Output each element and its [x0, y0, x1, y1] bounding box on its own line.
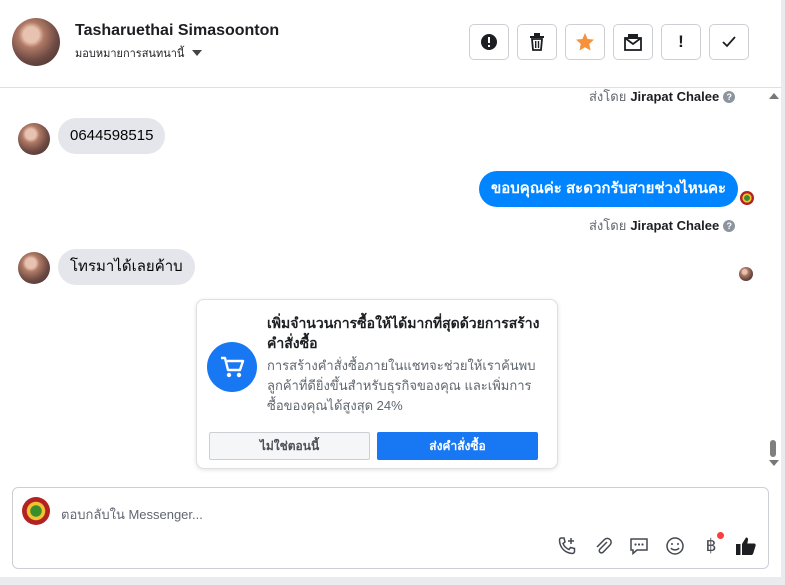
delete-button[interactable]	[517, 24, 557, 60]
contact-avatar-small[interactable]	[18, 252, 50, 284]
incoming-message[interactable]: โทรมาได้เลยค้าบ	[58, 249, 195, 285]
cart-icon	[207, 342, 257, 392]
help-icon[interactable]: ?	[723, 90, 736, 103]
scroll-up-arrow-icon[interactable]	[769, 93, 779, 99]
attach-icon[interactable]	[591, 534, 615, 558]
saved-replies-icon[interactable]	[627, 534, 651, 558]
notification-dot	[717, 532, 724, 539]
spam-button[interactable]: !	[661, 24, 701, 60]
sent-by-prefix: ส่งโดย	[589, 89, 627, 104]
star-icon	[576, 33, 594, 51]
done-button[interactable]	[709, 24, 749, 60]
conversation-header: Tasharuethai Simasoonton มอบหมายการสนทนา…	[0, 0, 781, 88]
envelope-icon	[624, 34, 642, 51]
contact-avatar[interactable]	[12, 18, 60, 66]
assign-conversation-dropdown[interactable]: มอบหมายการสนทนานี้	[75, 44, 203, 62]
create-order-promo-card: เพิ่มจำนวนการซื้อให้ได้มากที่สุดด้วยการส…	[196, 299, 558, 469]
contact-avatar-small[interactable]	[18, 123, 50, 155]
help-icon[interactable]: ?	[723, 219, 736, 232]
reply-composer[interactable]: ตอบกลับใน Messenger... ฿	[12, 487, 769, 569]
window-edge	[781, 0, 785, 585]
promo-title: เพิ่มจำนวนการซื้อให้ได้มากที่สุดด้วยการส…	[267, 315, 540, 351]
agent-name[interactable]: Jirapat Chalee	[630, 89, 719, 104]
caret-down-icon	[192, 50, 203, 56]
outgoing-message[interactable]: ขอบคุณค่ะ สะดวกรับสายช่วงไหนคะ	[479, 171, 739, 207]
send-order-button[interactable]: ส่งคำสั่งซื้อ	[377, 432, 538, 460]
alert-button[interactable]	[469, 24, 509, 60]
incoming-message[interactable]: 0644598515	[58, 118, 166, 154]
emoji-icon[interactable]	[663, 534, 687, 558]
trash-icon	[530, 33, 544, 51]
page-avatar	[22, 497, 50, 525]
scroll-down-arrow-icon[interactable]	[769, 460, 779, 466]
promo-body: การสร้างคำสั่งซื้อภายในแชทจะช่วยให้เราค้…	[267, 358, 536, 413]
sent-by-label: ส่งโดย Jirapat Chalee ?	[589, 215, 736, 236]
mark-unread-button[interactable]	[613, 24, 653, 60]
seen-by-avatar	[739, 267, 753, 281]
star-button[interactable]	[565, 24, 605, 60]
sent-by-label: ส่งโดย Jirapat Chalee ?	[589, 86, 736, 107]
assign-label: มอบหมายการสนทนานี้	[75, 48, 185, 60]
page-avatar-read-receipt	[740, 191, 754, 205]
check-icon	[722, 36, 736, 48]
bottom-edge	[0, 577, 785, 585]
message-scrollbar[interactable]	[766, 88, 781, 474]
like-icon[interactable]	[734, 534, 758, 558]
agent-name[interactable]: Jirapat Chalee	[630, 218, 719, 233]
exclamation-icon: !	[678, 32, 684, 51]
baht-icon: ฿	[705, 536, 717, 555]
call-add-icon[interactable]	[555, 534, 579, 558]
scroll-thumb[interactable]	[770, 440, 776, 457]
exclamation-circle-icon	[481, 34, 497, 50]
contact-name[interactable]: Tasharuethai Simasoonton	[75, 22, 279, 40]
reply-input[interactable]: ตอบกลับใน Messenger...	[61, 504, 203, 525]
not-now-button[interactable]: ไม่ใช่ตอนนี้	[209, 432, 370, 460]
sent-by-prefix: ส่งโดย	[589, 218, 627, 233]
